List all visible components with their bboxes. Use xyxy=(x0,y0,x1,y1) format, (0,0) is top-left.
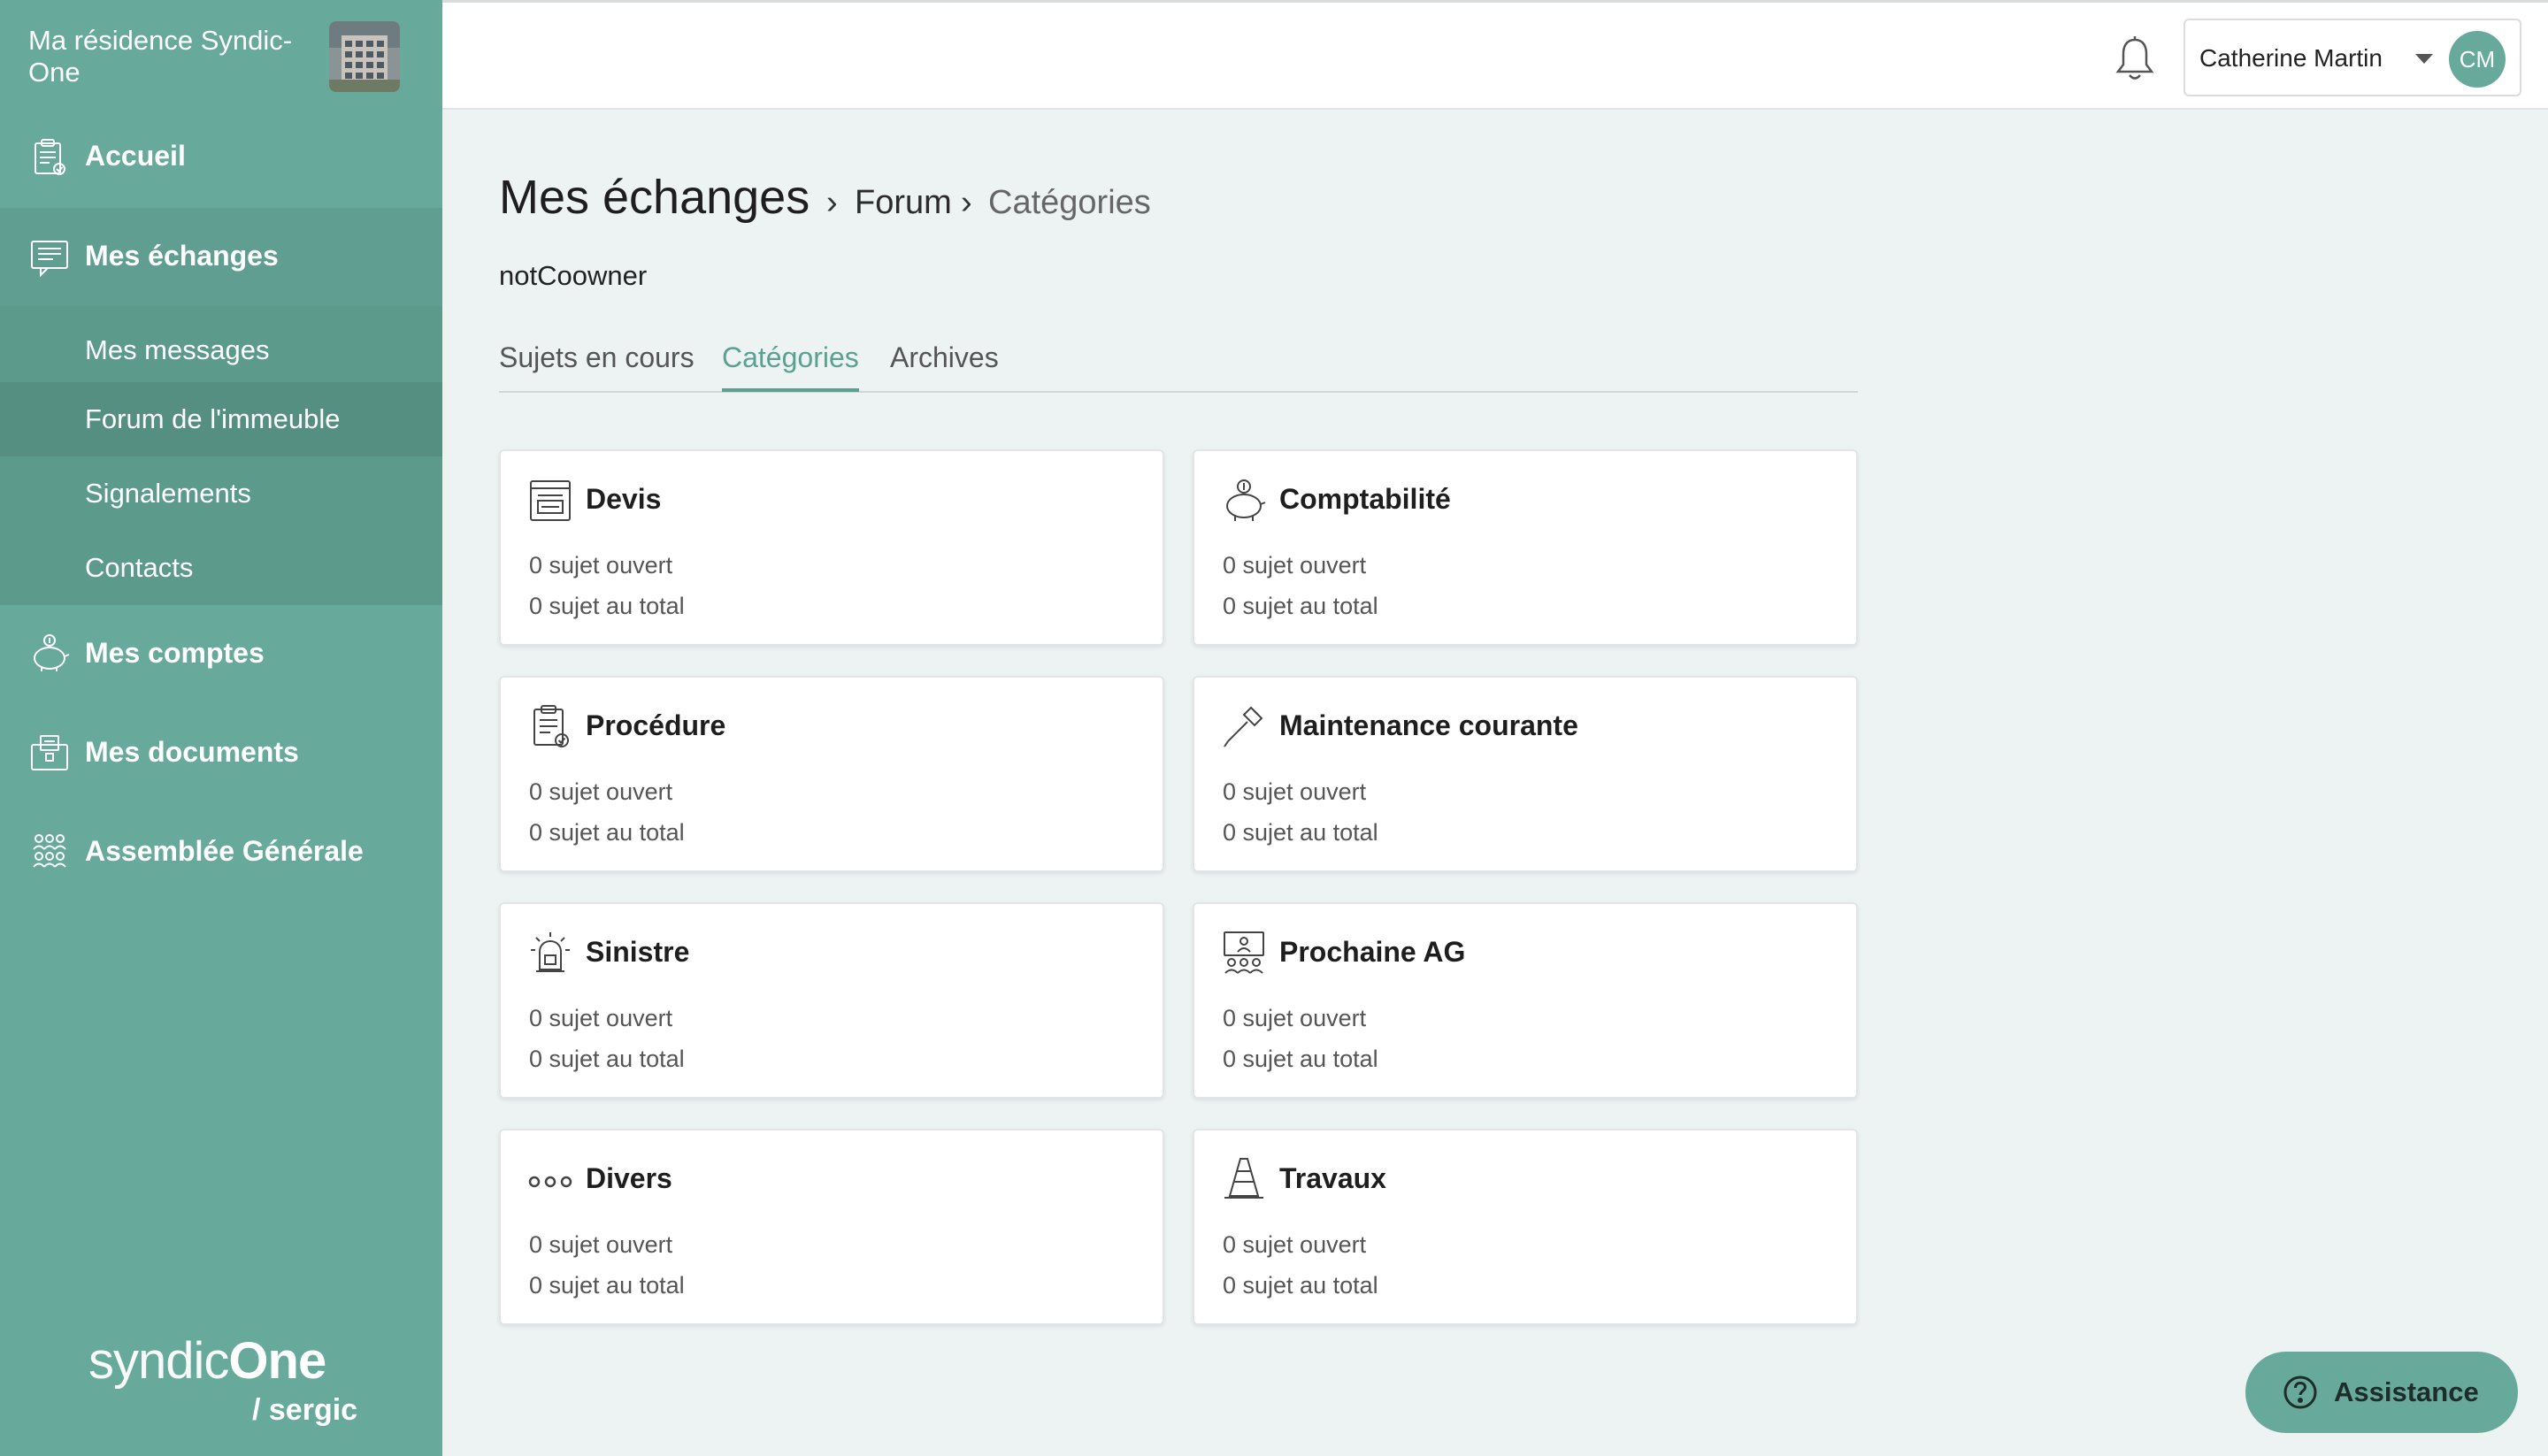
category-total-count: 0 sujet au total xyxy=(529,1272,685,1299)
category-open-count: 0 sujet ouvert xyxy=(529,1231,673,1258)
nav-assemblee-generale[interactable]: Assemblée Générale xyxy=(0,803,442,902)
nav-comptes-label: Mes comptes xyxy=(85,637,265,669)
category-title: Maintenance courante xyxy=(1279,709,1578,741)
people-group-icon xyxy=(33,834,66,868)
help-circle-icon xyxy=(2283,1376,2317,1409)
category-card-travaux[interactable]: Travaux 0 sujet ouvert 0 sujet au total xyxy=(1193,1129,1858,1325)
category-total-count: 0 sujet au total xyxy=(529,819,685,846)
logo-text-syndic: syndic xyxy=(88,1332,229,1390)
category-total-count: 0 sujet au total xyxy=(1223,1046,1378,1072)
logo-text-sergic: / sergic xyxy=(252,1393,358,1427)
chevron-down-icon xyxy=(2415,54,2433,64)
category-open-count: 0 sujet ouvert xyxy=(529,778,673,805)
category-open-count: 0 sujet ouvert xyxy=(1223,1231,1367,1258)
category-title: Prochaine AG xyxy=(1279,936,1466,968)
tab-archives[interactable]: Archives xyxy=(890,341,999,388)
quote-document-icon xyxy=(530,480,571,521)
category-card-maintenance[interactable]: Maintenance courante 0 sujet ouvert 0 su… xyxy=(1193,676,1858,872)
nav-mes-documents[interactable]: Mes documents xyxy=(0,704,442,803)
category-open-count: 0 sujet ouvert xyxy=(1223,552,1367,579)
submenu-forum-immeuble[interactable]: Forum de l'immeuble xyxy=(0,382,442,456)
bell-icon[interactable] xyxy=(2113,34,2157,84)
nav-echanges-label: Mes échanges xyxy=(85,240,279,272)
category-open-count: 0 sujet ouvert xyxy=(529,1005,673,1031)
user-role: notCoowner xyxy=(499,260,648,291)
category-title: Comptabilité xyxy=(1279,483,1451,515)
category-title: Divers xyxy=(586,1162,672,1194)
submenu-signalements[interactable]: Signalements xyxy=(0,456,442,531)
user-name: Catherine Martin xyxy=(2199,44,2383,72)
category-total-count: 0 sujet au total xyxy=(1223,819,1378,846)
breadcrumb-separator: › xyxy=(826,184,838,221)
category-total-count: 0 sujet au total xyxy=(529,1046,685,1072)
category-open-count: 0 sujet ouvert xyxy=(529,552,673,579)
category-title: Sinistre xyxy=(586,936,690,968)
category-card-prochaine-ag[interactable]: Prochaine AG 0 sujet ouvert 0 sujet au t… xyxy=(1193,902,1858,1099)
top-bar: Catherine Martin CM xyxy=(442,0,2548,110)
category-card-divers[interactable]: Divers 0 sujet ouvert 0 sujet au total xyxy=(499,1129,1164,1325)
submenu-forum-label: Forum de l'immeuble xyxy=(85,403,341,434)
avatar: CM xyxy=(2449,31,2506,88)
piggy-bank-icon xyxy=(1226,479,1266,521)
clipboard-check-icon xyxy=(533,705,569,747)
breadcrumb-categories: Catégories xyxy=(988,184,1151,221)
meeting-board-icon xyxy=(1224,931,1264,974)
submenu-mes-messages-label: Mes messages xyxy=(85,334,270,365)
assistance-button[interactable]: Assistance xyxy=(2245,1352,2518,1433)
category-total-count: 0 sujet au total xyxy=(1223,1272,1378,1299)
syndic-one-logo: syndicOne / sergic xyxy=(88,1331,372,1437)
dots-icon xyxy=(528,1176,572,1188)
echanges-submenu: Mes messages Forum de l'immeuble Signale… xyxy=(0,306,442,605)
category-card-procedure[interactable]: Procédure 0 sujet ouvert 0 sujet au tota… xyxy=(499,676,1164,872)
residence-name: Ma résidence Syndic-One xyxy=(28,25,293,88)
category-total-count: 0 sujet au total xyxy=(529,593,685,619)
category-total-count: 0 sujet au total xyxy=(1223,593,1378,619)
piggy-bank-icon xyxy=(34,634,70,671)
breadcrumb-forum[interactable]: Forum xyxy=(855,184,952,222)
category-title: Travaux xyxy=(1279,1162,1386,1194)
nav-ag-label: Assemblée Générale xyxy=(85,835,364,867)
category-card-devis[interactable]: Devis 0 sujet ouvert 0 sujet au total xyxy=(499,449,1164,646)
breadcrumb-separator: › xyxy=(961,184,972,221)
category-card-comptabilite[interactable]: Comptabilité 0 sujet ouvert 0 sujet au t… xyxy=(1193,449,1858,646)
nav-accueil-label: Accueil xyxy=(85,140,186,172)
tab-sujets-en-cours[interactable]: Sujets en cours xyxy=(499,341,695,388)
logo-text-one: One xyxy=(228,1332,326,1390)
alarm-siren-icon xyxy=(531,932,570,972)
screwdriver-icon xyxy=(1224,706,1263,747)
nav-documents-label: Mes documents xyxy=(85,736,299,768)
traffic-cone-icon xyxy=(1224,1158,1263,1199)
submenu-mes-messages[interactable]: Mes messages xyxy=(0,313,442,387)
nav-mes-comptes[interactable]: Mes comptes xyxy=(0,605,442,704)
tab-categories[interactable]: Catégories xyxy=(722,341,859,392)
submenu-signalements-label: Signalements xyxy=(85,478,251,509)
nav-accueil[interactable]: Accueil xyxy=(0,106,442,208)
category-card-sinistre[interactable]: Sinistre 0 sujet ouvert 0 sujet au total xyxy=(499,902,1164,1099)
page-title: Mes échanges xyxy=(499,171,810,224)
residence-header[interactable]: Ma résidence Syndic-One xyxy=(0,0,442,106)
user-menu[interactable]: Catherine Martin CM xyxy=(2183,19,2521,96)
assistance-label: Assistance xyxy=(2334,1376,2479,1407)
category-title: Procédure xyxy=(586,709,726,741)
nav-mes-echanges[interactable]: Mes échanges xyxy=(0,208,442,306)
category-open-count: 0 sujet ouvert xyxy=(1223,1005,1367,1031)
submenu-contacts[interactable]: Contacts xyxy=(0,531,442,605)
category-title: Devis xyxy=(586,483,662,515)
sidebar: Ma résidence Syndic-One Accueil Mes écha… xyxy=(0,0,442,1456)
tabs-bar: Sujets en cours Catégories Archives xyxy=(499,336,1858,393)
chat-board-icon xyxy=(31,241,68,278)
residence-photo xyxy=(329,21,400,92)
folder-documents-icon xyxy=(31,735,68,770)
submenu-contacts-label: Contacts xyxy=(85,552,194,583)
clipboard-icon xyxy=(35,139,65,175)
category-open-count: 0 sujet ouvert xyxy=(1223,778,1367,805)
